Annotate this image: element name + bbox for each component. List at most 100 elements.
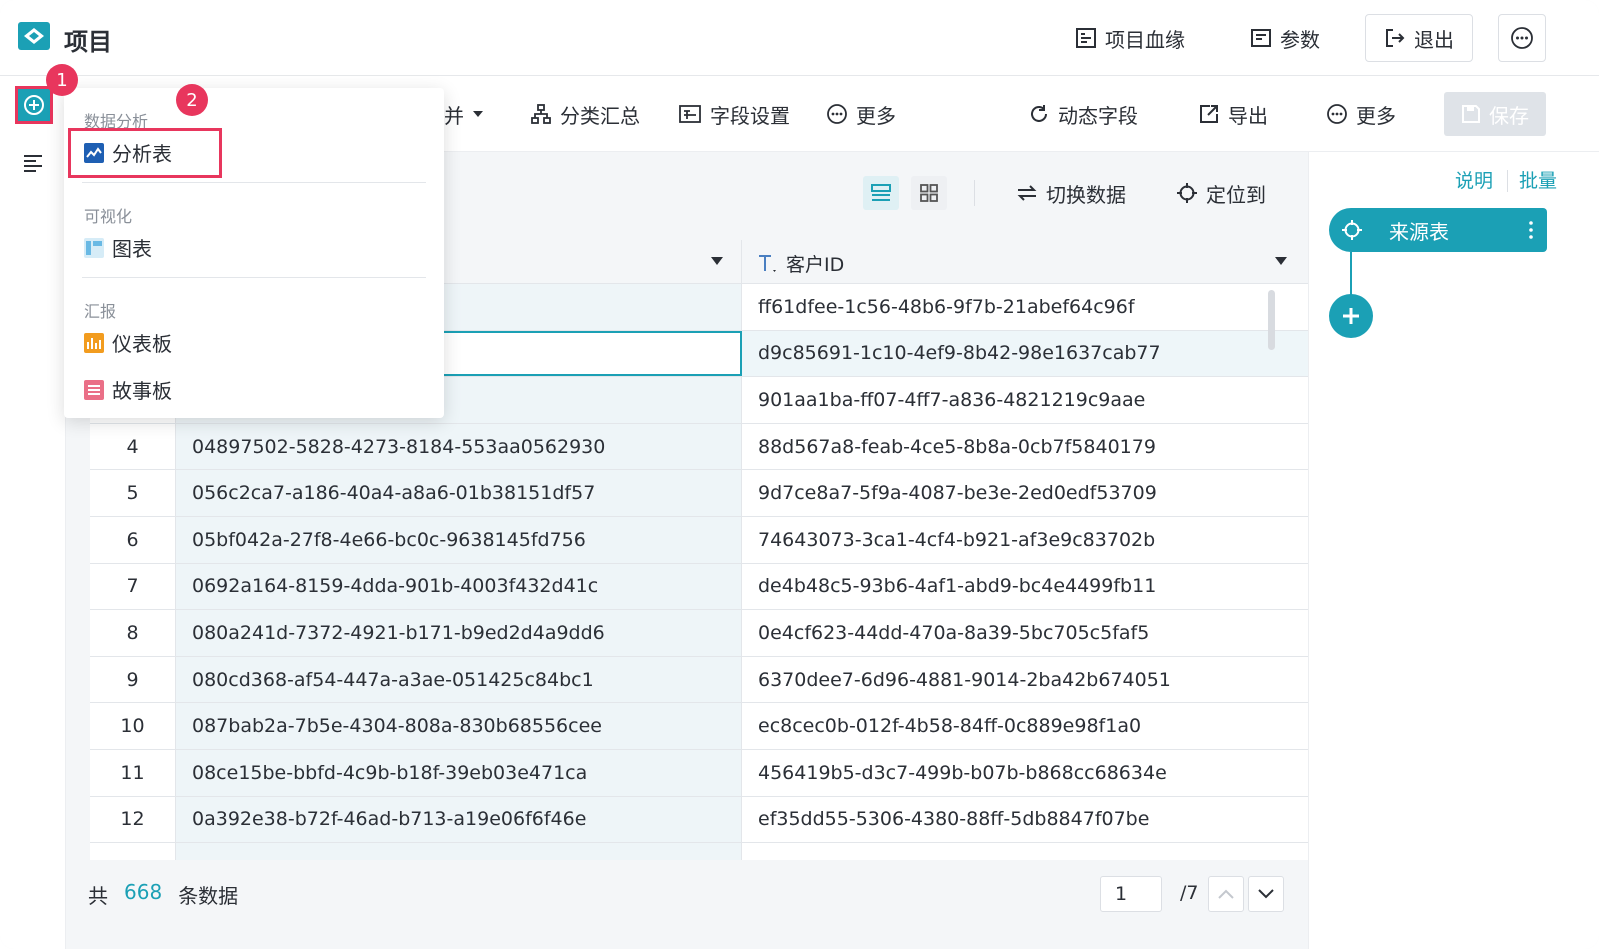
cell-col-a[interactable]: 05bf042a-27f8-4e66-bc0c-9638145fd756	[176, 517, 742, 563]
row-number: 5	[90, 470, 176, 516]
cell-col-b[interactable]: 9d7ce8a7-5f9a-4087-be3e-2ed0edf53709	[742, 470, 1310, 516]
exit-button[interactable]: 退出	[1365, 14, 1473, 62]
more-menu-button[interactable]	[1498, 14, 1546, 62]
ellipsis-circle-icon	[826, 103, 848, 125]
header-bar: 项目 项目血缘 参数 退出	[0, 0, 1599, 76]
row-number: 12	[90, 796, 176, 843]
lineage-icon	[1075, 27, 1097, 49]
scrollbar-thumb[interactable]	[1268, 290, 1275, 350]
cell-col-b[interactable]: d9c85691-1c10-4ef9-8b42-98e1637cab77	[742, 330, 1310, 377]
menu-item-dashboard[interactable]: 仪表板	[84, 328, 172, 357]
batch-link[interactable]: 批量	[1519, 166, 1557, 193]
table-row[interactable]: 9 080cd368-af54-447a-a3ae-051425c84bc1 637…	[90, 656, 1310, 704]
add-node-button[interactable]	[1329, 294, 1373, 338]
dynamic-field-button[interactable]: 动态字段	[1028, 96, 1138, 132]
cell-col-b[interactable]: 74643073-3ca1-4cf4-b921-af3e9c83702b	[742, 517, 1310, 563]
grid-view-toggle[interactable]	[911, 176, 947, 210]
prev-page-button[interactable]	[1208, 876, 1244, 912]
total-suffix: 条数据	[178, 884, 239, 908]
page-title: 项目	[64, 28, 112, 56]
kebab-icon[interactable]	[1529, 221, 1533, 239]
group-summary-button[interactable]: 分类汇总	[530, 96, 640, 132]
next-page-button[interactable]	[1248, 876, 1284, 912]
table-row[interactable]: 8 080a241d-7372-4921-b171-b9ed2d4a9dd6 0e4…	[90, 610, 1310, 657]
cell-col-a[interactable]: 0692a164-8159-4dda-901b-4003f432d41c	[176, 563, 742, 610]
source-node-label: 来源表	[1389, 219, 1449, 244]
storyboard-icon	[84, 379, 104, 400]
add-menu-dropdown: 数据分析 分析表 可视化 图表 汇报 仪表板 故事板	[64, 88, 444, 418]
params-button[interactable]: 参数	[1250, 20, 1320, 56]
more-button-right[interactable]: 更多	[1326, 96, 1396, 132]
merge-label: 并	[444, 103, 464, 128]
table-row[interactable]: 4 04897502-5828-4273-8184-553aa0562930 88d…	[90, 423, 1310, 471]
add-button[interactable]	[15, 86, 53, 124]
cell-col-b[interactable]: 6370dee7-6d96-4881-9014-2ba42b674051	[742, 657, 1310, 703]
col-b-header-label: 客户ID	[786, 253, 845, 276]
cell-col-a[interactable]: 04897502-5828-4273-8184-553aa0562930	[176, 423, 742, 470]
cell-col-b	[742, 843, 1310, 860]
rows-view-icon	[870, 182, 892, 204]
export-icon	[1198, 103, 1220, 125]
save-icon	[1461, 104, 1481, 124]
table-row[interactable]: 5 056c2ca7-a186-40a4-a8a6-01b38151df57 9d7…	[90, 470, 1310, 517]
field-settings-button[interactable]: 字段设置	[678, 96, 790, 132]
plus-icon	[1341, 306, 1361, 326]
table-row[interactable]: 7 0692a164-8159-4dda-901b-4003f432d41c de4…	[90, 563, 1310, 611]
source-node[interactable]: 来源表	[1329, 208, 1547, 252]
col-b-header[interactable]: 客户ID	[756, 248, 844, 278]
page-input[interactable]: 1	[1100, 876, 1162, 912]
step-badge-2: 2	[176, 84, 208, 116]
col-a-filter-icon[interactable]	[710, 256, 724, 266]
export-button[interactable]: 导出	[1198, 96, 1268, 132]
cell-col-a[interactable]: 056c2ca7-a186-40a4-a8a6-01b38151df57	[176, 470, 742, 516]
switch-data-button[interactable]: 切换数据	[1016, 176, 1126, 210]
locate-label: 定位到	[1206, 182, 1266, 207]
list-icon[interactable]	[22, 152, 44, 174]
step-badge-1: 1	[46, 64, 78, 96]
table-row[interactable]: 10 087bab2a-7b5e-4304-808a-830b68556cee ec…	[90, 703, 1310, 750]
row-number: 6	[90, 517, 176, 563]
divider	[974, 180, 975, 206]
cell-col-a[interactable]: 0a392e38-b72f-46ad-b713-a19e06f6f46e	[176, 796, 742, 843]
cell-col-b[interactable]: ff61dfee-1c56-48b6-9f7b-21abef64c96f	[742, 284, 1310, 330]
swap-icon	[1016, 183, 1038, 203]
cell-col-a[interactable]: 080cd368-af54-447a-a3ae-051425c84bc1	[176, 656, 742, 703]
table-row[interactable]: 11 08ce15be-bbfd-4c9b-b18f-39eb03e471ca 45…	[90, 750, 1310, 797]
merge-button[interactable]: 并	[444, 96, 484, 132]
cell-col-a[interactable]: 087bab2a-7b5e-4304-808a-830b68556cee	[176, 703, 742, 749]
crosshair-icon	[1176, 182, 1198, 204]
save-label: 保存	[1489, 103, 1529, 128]
cell-col-b[interactable]: 88d567a8-feab-4ce5-8b8a-0cb7f5840179	[742, 424, 1310, 470]
locate-button[interactable]: 定位到	[1176, 176, 1266, 210]
table-row[interactable]: 6 05bf042a-27f8-4e66-bc0c-9638145fd756 746…	[90, 517, 1310, 564]
plus-circle-icon	[23, 94, 45, 116]
crosshair-icon	[1341, 219, 1363, 241]
col-b-filter-icon[interactable]	[1274, 256, 1288, 266]
left-rail	[0, 76, 66, 949]
table-view-toggle[interactable]	[863, 176, 899, 210]
cell-col-b[interactable]: 901aa1ba-ff07-4ff7-a836-4821219c9aae	[742, 377, 1310, 423]
menu-item-chart[interactable]: 图表	[84, 233, 152, 262]
explain-link[interactable]: 说明	[1455, 166, 1493, 193]
cell-col-a[interactable]: 080a241d-7372-4921-b171-b9ed2d4a9dd6	[176, 610, 742, 656]
menu-item-label: 仪表板	[112, 332, 172, 356]
cell-col-b[interactable]: 456419b5-d3c7-499b-b07b-b868cc68634e	[742, 750, 1310, 796]
divider	[82, 182, 426, 183]
caret-down-icon	[472, 109, 484, 119]
cell-col-b[interactable]: ef35dd55-5306-4380-88ff-5db8847f07be	[742, 797, 1310, 843]
chart-icon	[84, 237, 104, 258]
project-lineage-button[interactable]: 项目血缘	[1075, 20, 1185, 56]
ellipsis-circle-icon	[1326, 103, 1348, 125]
app-logo-icon	[18, 20, 50, 52]
cell-col-b[interactable]: de4b48c5-93b6-4af1-abd9-bc4e4499fb11	[742, 564, 1310, 610]
divider	[82, 277, 426, 278]
table-row[interactable]: 12 0a392e38-b72f-46ad-b713-a19e06f6f46e ef…	[90, 796, 1310, 844]
connector-line	[1350, 252, 1352, 298]
cell-col-b[interactable]: ec8cec0b-012f-4b58-84ff-0c889e98f1a0	[742, 703, 1310, 749]
cell-col-b[interactable]: 0e4cf623-44dd-470a-8a39-5bc705c5faf5	[742, 610, 1310, 656]
more-button-left[interactable]: 更多	[826, 96, 896, 132]
save-button[interactable]: 保存	[1444, 92, 1546, 136]
cell-col-a[interactable]: 08ce15be-bbfd-4c9b-b18f-39eb03e471ca	[176, 750, 742, 796]
menu-item-analysis-table[interactable]: 分析表	[84, 138, 172, 167]
menu-item-storyboard[interactable]: 故事板	[84, 375, 172, 404]
